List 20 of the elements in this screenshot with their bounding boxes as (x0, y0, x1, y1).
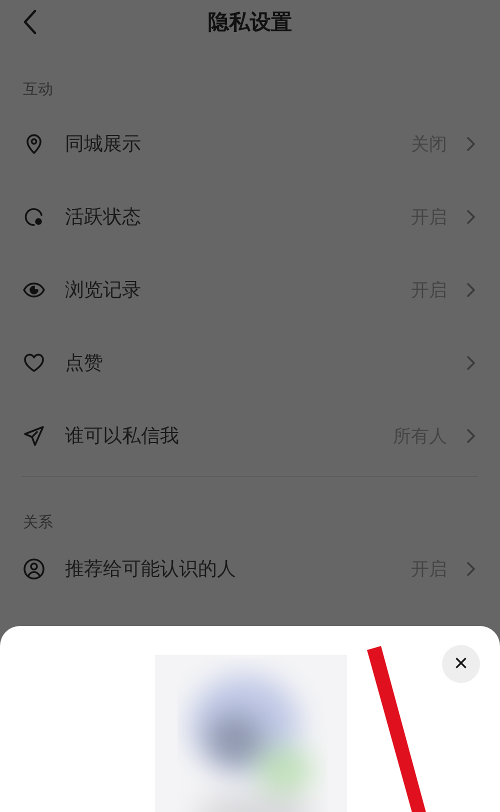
chevron-icon (466, 560, 476, 576)
row-label: 同城展示 (65, 132, 142, 156)
chevron-icon (466, 136, 476, 152)
row-label: 推荐给可能认识的人 (65, 556, 237, 582)
chevron-icon (466, 208, 476, 224)
close-button[interactable]: × (442, 645, 480, 683)
row-label: 点赞 (65, 350, 104, 376)
settings-row[interactable]: 点赞 (0, 326, 500, 399)
back-icon (22, 9, 38, 35)
row-label: 浏览记录 (65, 278, 142, 302)
chevron-icon (466, 282, 476, 298)
page-title: 隐私设置 (208, 9, 292, 36)
chevron-icon (466, 428, 476, 444)
paper-plane-icon (22, 424, 46, 448)
row-label: 活跃状态 (65, 204, 142, 230)
chevron-icon (466, 354, 476, 370)
row-label: 谁可以私信我 (65, 424, 180, 448)
section-title: 互动 (23, 80, 54, 99)
section-title: 关系 (23, 513, 54, 532)
user-circle-icon (22, 556, 46, 580)
